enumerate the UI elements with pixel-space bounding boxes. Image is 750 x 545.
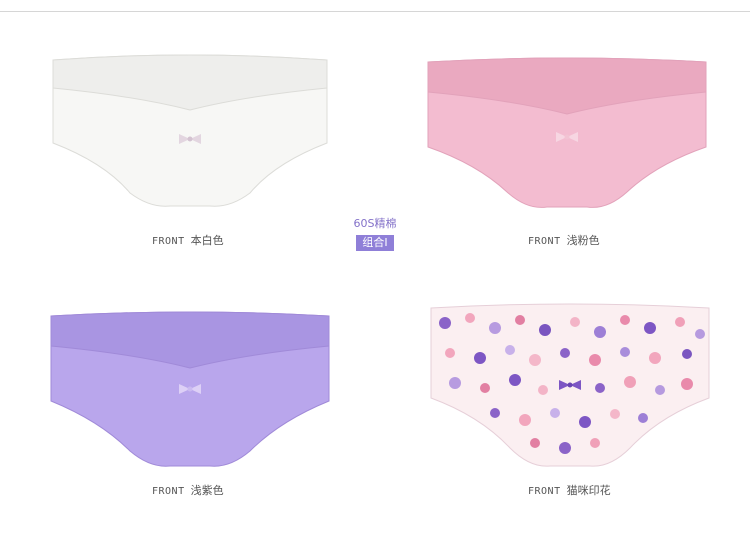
briefs-white-image <box>52 54 328 207</box>
product-image-cat-print[interactable] <box>425 298 715 478</box>
product-image-pink[interactable] <box>422 52 712 217</box>
front-label: FRONT <box>152 486 185 497</box>
top-divider <box>0 11 750 12</box>
product-image-white[interactable] <box>45 48 335 218</box>
front-label: FRONT <box>528 236 561 247</box>
front-label: FRONT <box>528 486 561 497</box>
color-name: 浅粉色 <box>566 234 600 247</box>
color-name: 浅紫色 <box>190 484 224 497</box>
front-label: FRONT <box>152 236 185 247</box>
set-tag: 组合I <box>356 235 394 251</box>
caption-white: FRONT 本白色 <box>152 232 224 248</box>
briefs-cat-print-image <box>430 303 710 467</box>
caption-cat-print: FRONT 猫咪印花 <box>528 482 611 498</box>
set-label: 60S精棉 组合I <box>342 215 408 251</box>
briefs-purple-image <box>50 311 330 467</box>
product-image-purple[interactable] <box>45 306 335 476</box>
color-name: 本白色 <box>190 234 224 247</box>
color-name: 猫咪印花 <box>566 484 611 497</box>
caption-purple: FRONT 浅紫色 <box>152 482 224 498</box>
material-label: 60S精棉 <box>353 217 397 230</box>
briefs-pink-image <box>427 57 707 208</box>
caption-pink: FRONT 浅粉色 <box>528 232 600 248</box>
